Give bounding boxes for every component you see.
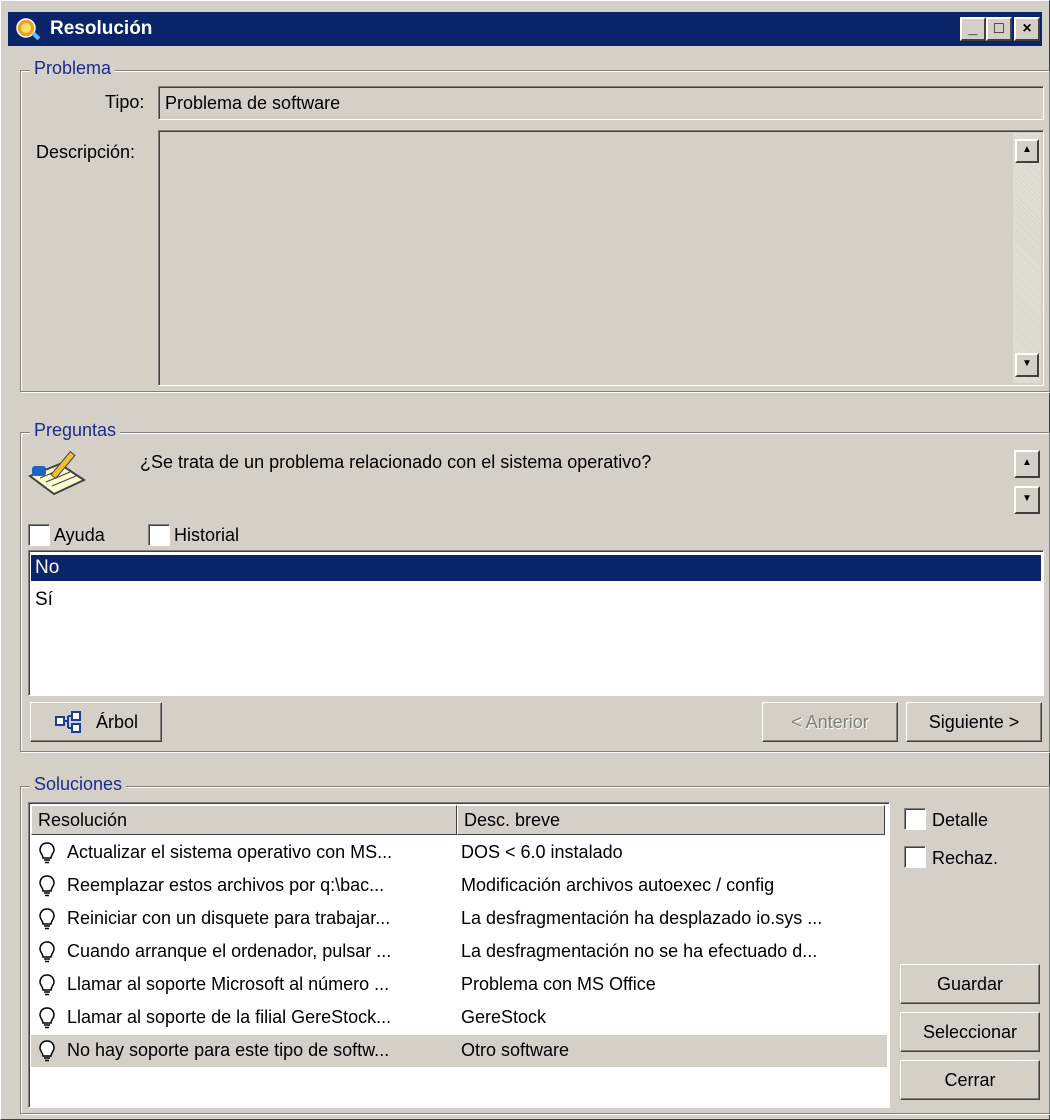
desc-cell: Modificación archivos autoexec / config [461, 875, 775, 895]
arbol-button[interactable]: Árbol [30, 702, 162, 742]
resolution-cell: Reemplazar estos archivos por q:\bac... [67, 875, 385, 895]
detalle-checkbox[interactable] [904, 808, 926, 830]
resolution-cell: No hay soporte para este tipo de softw..… [67, 1040, 390, 1060]
desc-cell: Problema con MS Office [461, 974, 656, 994]
desc-cell: GereStock [461, 1007, 547, 1027]
question-text: ¿Se trata de un problema relacionado con… [140, 452, 652, 472]
resolution-cell: Reiniciar con un disquete para trabajar.… [67, 908, 391, 928]
column-header-label: Resolución [38, 810, 128, 830]
tipo-field[interactable]: Problema de software [158, 86, 1044, 120]
scroll-down-icon[interactable]: ▼ [1015, 353, 1039, 377]
lightbulb-icon [39, 908, 55, 930]
lightbulb-icon [39, 941, 55, 963]
notepad-pencil-icon [27, 450, 87, 496]
detalle-label: Detalle [932, 810, 989, 830]
descripcion-label: Descripción: [36, 142, 136, 162]
lightbulb-icon [39, 1007, 55, 1029]
answer-item[interactable]: Sí [31, 587, 1041, 613]
window-title: Resolución [50, 18, 153, 39]
cerrar-label: Cerrar [944, 1069, 996, 1090]
tree-icon [54, 711, 81, 733]
ayuda-label: Ayuda [54, 525, 105, 545]
soluciones-legend: Soluciones [30, 774, 127, 795]
answers-list[interactable]: No Sí [28, 550, 1044, 696]
scroll-up-icon[interactable]: ▲ [1015, 139, 1039, 163]
desc-cell: DOS < 6.0 instalado [461, 842, 623, 862]
resolution-cell: Llamar al soporte Microsoft al número ..… [67, 974, 390, 994]
tipo-value: Problema de software [165, 93, 341, 113]
question-scroll-down-icon[interactable]: ▼ [1014, 486, 1040, 514]
tipo-label: Tipo: [105, 92, 145, 112]
desc-cell: Otro software [461, 1040, 570, 1060]
historial-label: Historial [174, 525, 240, 545]
column-header-label: Desc. breve [464, 810, 561, 830]
maximize-button[interactable]: □ [986, 17, 1012, 41]
column-header-resolucion[interactable]: Resolución [31, 805, 457, 835]
maximize-icon: □ [994, 20, 1004, 37]
lightbulb-icon [39, 875, 55, 897]
table-row[interactable]: Reemplazar estos archivos por q:\bac... M… [31, 870, 887, 902]
table-row[interactable]: Actualizar el sistema operativo con MS..… [31, 837, 887, 869]
guardar-button[interactable]: Guardar [900, 964, 1040, 1004]
solutions-table[interactable]: Resolución Desc. breve Actualizar el sis… [28, 802, 890, 1108]
question-scroll-up-icon[interactable]: ▲ [1014, 450, 1040, 478]
close-button[interactable]: × [1014, 17, 1040, 41]
desc-cell: La desfragmentación ha desplazado io.sys… [461, 908, 823, 928]
lightbulb-icon [39, 842, 55, 864]
table-row[interactable]: Llamar al soporte Microsoft al número ..… [31, 969, 887, 1001]
historial-checkbox[interactable] [148, 524, 170, 546]
siguiente-button[interactable]: Siguiente > [906, 702, 1042, 742]
preguntas-legend: Preguntas [30, 420, 121, 441]
descripcion-field[interactable]: ▲ ▼ [158, 130, 1044, 386]
guardar-label: Guardar [936, 973, 1004, 994]
problema-legend: Problema [30, 58, 116, 79]
minimize-button[interactable]: _ [960, 17, 986, 41]
anterior-label: < Anterior [791, 711, 869, 732]
app-icon [16, 18, 41, 41]
answer-label: Sí [35, 589, 53, 610]
column-header-desc[interactable]: Desc. breve [457, 805, 885, 835]
desc-cell: La desfragmentación no se ha efectuado d… [461, 941, 818, 961]
cerrar-button[interactable]: Cerrar [900, 1060, 1040, 1100]
table-row[interactable]: Cuando arranque el ordenador, pulsar ...… [31, 936, 887, 968]
resolution-cell: Actualizar el sistema operativo con MS..… [67, 842, 393, 862]
answer-item[interactable]: No [31, 555, 1041, 581]
siguiente-label: Siguiente > [928, 711, 1020, 732]
anterior-button[interactable]: < Anterior [762, 702, 898, 742]
table-row[interactable]: Reiniciar con un disquete para trabajar.… [31, 903, 887, 935]
seleccionar-label: Seleccionar [922, 1021, 1018, 1042]
descripcion-scrollbar[interactable] [1013, 133, 1041, 383]
rechaz-checkbox[interactable] [904, 846, 926, 868]
title-bar[interactable]: Resolución _ □ × [8, 12, 1042, 46]
rechaz-label: Rechaz. [932, 848, 999, 868]
close-icon: × [1022, 20, 1032, 37]
ayuda-checkbox[interactable] [28, 524, 50, 546]
resolution-cell: Llamar al soporte de la filial GereStock… [67, 1007, 392, 1027]
lightbulb-icon [39, 974, 55, 996]
lightbulb-icon [39, 1040, 55, 1062]
minimize-icon: _ [968, 20, 978, 37]
table-row[interactable]: No hay soporte para este tipo de softw..… [31, 1035, 887, 1067]
arbol-label: Árbol [95, 711, 139, 732]
answer-label: No [35, 557, 60, 578]
seleccionar-button[interactable]: Seleccionar [900, 1012, 1040, 1052]
resolution-cell: Cuando arranque el ordenador, pulsar ... [67, 941, 392, 961]
table-row[interactable]: Llamar al soporte de la filial GereStock… [31, 1002, 887, 1034]
